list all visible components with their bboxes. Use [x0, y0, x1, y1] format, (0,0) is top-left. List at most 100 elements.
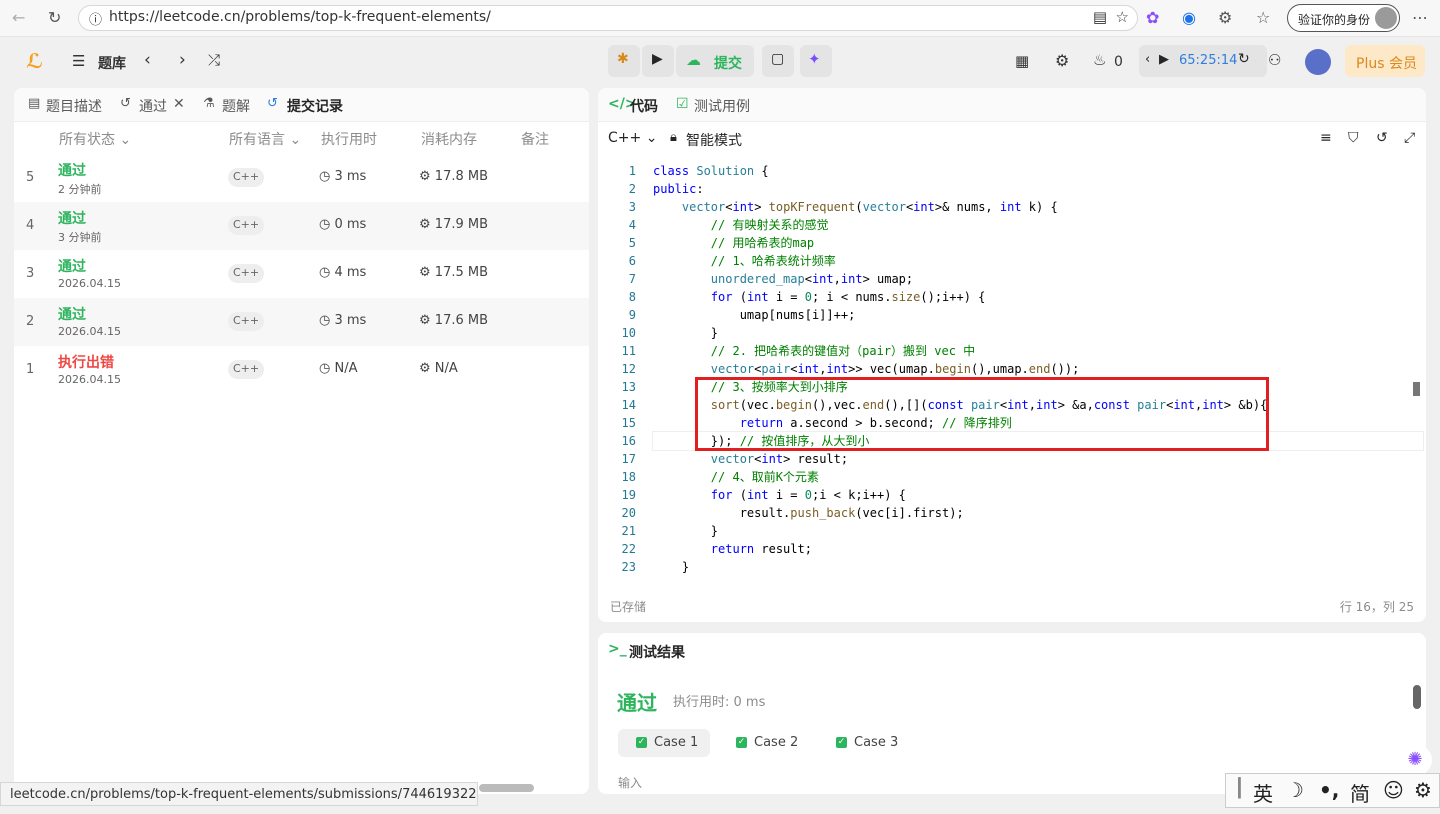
cursor-position: 行 16，列 25	[1339, 600, 1414, 614]
add-friend-icon[interactable]: ⚇	[1268, 51, 1281, 69]
settings-icon[interactable]: ⚙	[1055, 51, 1069, 70]
prev-problem-icon[interactable]: ‹	[144, 50, 151, 70]
submission-status[interactable]: 通过	[58, 256, 86, 276]
code-line[interactable]: unordered_map<int,int> umap;	[653, 270, 913, 288]
copilot-icon[interactable]: ✿	[1146, 8, 1159, 27]
reader-icon[interactable]: ▤	[1093, 8, 1107, 26]
plus-button[interactable]: Plus 会员	[1345, 45, 1425, 77]
check-icon: ✓	[736, 737, 747, 748]
address-bar[interactable]: ⓘ https://leetcode.cn/problems/top-k-fre…	[78, 5, 1138, 31]
list-icon[interactable]: ☰	[72, 52, 85, 70]
shuffle-icon[interactable]: ⤮	[208, 51, 220, 69]
problems-link[interactable]: 题库	[98, 53, 126, 73]
fullscreen-icon[interactable]: ⤢	[1404, 130, 1415, 146]
submission-status[interactable]: 通过	[58, 304, 86, 324]
language-badge: C++	[228, 360, 264, 379]
info-icon[interactable]: ⓘ	[89, 9, 102, 28]
extensions-icon[interactable]: ⚙	[1218, 8, 1232, 27]
code-line[interactable]: // 1、哈希表统计频率	[653, 252, 836, 270]
tab-accepted[interactable]: 通过	[139, 96, 167, 116]
case-2-tab[interactable]: ✓ Case 2	[736, 729, 816, 757]
code-line[interactable]: // 2. 把哈希表的键值对（pair）搬到 vec 中	[653, 342, 975, 360]
code-line[interactable]: public:	[653, 180, 704, 198]
code-line[interactable]: return result;	[653, 540, 812, 558]
ai-button[interactable]: ✦	[800, 45, 832, 77]
emoji-icon[interactable]: ☺	[1383, 778, 1404, 802]
code-line[interactable]: vector<pair<int,int>> vec(umap.begin(),u…	[653, 360, 1080, 378]
runtime-header: 执行用时	[321, 132, 377, 148]
tab-submissions[interactable]: 提交记录	[287, 96, 343, 116]
code-area[interactable]: 1 class Solution {2 public: 3 vector<int> t…	[598, 162, 1426, 576]
terminal-icon: >_	[608, 641, 627, 657]
case-1-tab[interactable]: ✓ Case 1	[618, 729, 710, 757]
tab-solutions[interactable]: 题解	[222, 96, 250, 116]
next-problem-icon[interactable]: ›	[179, 50, 186, 70]
code-line[interactable]: }	[653, 558, 689, 576]
favorite-star-icon[interactable]: ☆	[1116, 8, 1129, 26]
run-button[interactable]: ▶	[642, 45, 674, 77]
submission-row[interactable]: 5 通过 2 分钟前 C++ ◷ 3 ms ⚙ 17.8 MB	[14, 154, 589, 202]
debug-button[interactable]: ✱	[608, 45, 640, 77]
line-number: 16	[621, 434, 636, 448]
bookmark-icon[interactable]: ⛉	[1348, 130, 1359, 146]
ime-punct[interactable]: •,	[1319, 778, 1339, 802]
submission-row[interactable]: 3 通过 2026.04.15 C++ ◷ 4 ms ⚙ 17.5 MB	[14, 250, 589, 298]
results-scrollbar[interactable]	[1413, 685, 1421, 709]
mode-label[interactable]: 智能模式	[686, 130, 742, 150]
format-icon[interactable]: ≡	[1320, 130, 1332, 146]
note-button[interactable]: ▢	[762, 45, 794, 77]
close-tab-icon[interactable]: ✕	[173, 96, 185, 112]
language-select[interactable]: C++ ⌄	[608, 130, 657, 146]
submission-status[interactable]: 执行出错	[58, 352, 114, 372]
play-icon: ▶	[652, 51, 663, 67]
code-line[interactable]: class Solution {	[653, 162, 769, 180]
back-icon[interactable]: ←	[12, 8, 25, 27]
profile-button[interactable]: 验证你的身份	[1287, 4, 1400, 32]
tab-code[interactable]: 代码	[630, 96, 658, 116]
reload-icon[interactable]: ↻	[48, 8, 61, 27]
code-line[interactable]: vector<int> topKFrequent(vector<int>& nu…	[653, 198, 1058, 216]
layout-icon[interactable]: ▦	[1015, 52, 1029, 70]
code-line[interactable]: vector<int> result;	[653, 450, 848, 468]
results-title[interactable]: 测试结果	[629, 642, 685, 662]
code-line[interactable]: // 用哈希表的map	[653, 234, 814, 252]
tab-description[interactable]: 题目描述	[46, 96, 102, 116]
more-icon[interactable]: ⋯	[1412, 8, 1428, 27]
reset-icon[interactable]: ↻	[1238, 51, 1250, 67]
ime-settings-icon[interactable]: ⚙	[1414, 778, 1432, 802]
leetcode-logo-icon[interactable]: ℒ	[26, 49, 43, 73]
moon-icon[interactable]: ☽	[1286, 778, 1304, 802]
editor-scrollbar[interactable]	[1413, 382, 1420, 396]
case-3-tab[interactable]: ✓ Case 3	[836, 729, 916, 757]
tab-testcases[interactable]: 测试用例	[694, 96, 750, 116]
code-line[interactable]: for (int i = 0;i < k;i++) {	[653, 486, 906, 504]
code-line[interactable]: result.push_back(vec[i].first);	[653, 504, 964, 522]
submission-status[interactable]: 通过	[58, 160, 86, 180]
code-line[interactable]: }	[653, 324, 718, 342]
submission-status[interactable]: 通过	[58, 208, 86, 228]
ime-handle[interactable]: ┃	[1234, 778, 1245, 799]
submission-row[interactable]: 4 通过 3 分钟前 C++ ◷ 0 ms ⚙ 17.9 MB	[14, 202, 589, 250]
horizontal-scrollbar[interactable]	[479, 784, 534, 792]
code-line[interactable]: // 4、取前K个元素	[653, 468, 819, 486]
assistant-brain-icon[interactable]: ✺	[1398, 744, 1432, 776]
messenger-icon[interactable]: ◉	[1182, 8, 1196, 27]
favorites-icon[interactable]: ☆	[1256, 8, 1270, 27]
code-line[interactable]: }	[653, 522, 718, 540]
submission-row[interactable]: 2 通过 2026.04.15 C++ ◷ 3 ms ⚙ 17.6 MB	[14, 298, 589, 346]
ime-mode[interactable]: 简	[1350, 778, 1370, 807]
user-avatar[interactable]	[1305, 49, 1331, 75]
code-line[interactable]: umap[nums[i]]++;	[653, 306, 856, 324]
code-line[interactable]: // 有映射关系的感觉	[653, 216, 829, 234]
code-line[interactable]: for (int i = 0; i < nums.size();i++) {	[653, 288, 986, 306]
ime-language[interactable]: 英	[1253, 778, 1273, 807]
line-number: 23	[621, 560, 636, 574]
timer-widget[interactable]: ‹ ▶ 65:25:14 ↻	[1139, 45, 1267, 77]
submission-row[interactable]: 1 执行出错 2026.04.15 C++ ◷ N/A ⚙ N/A	[14, 346, 589, 394]
submit-button[interactable]: ☁ 提交	[676, 45, 754, 77]
status-filter[interactable]: 所有状态 ⌄	[59, 129, 131, 149]
reset-code-icon[interactable]: ↺	[1376, 130, 1388, 146]
language-badge: C++	[228, 264, 264, 283]
runtime-value: N/A	[334, 361, 358, 376]
language-filter[interactable]: 所有语言 ⌄	[229, 129, 301, 149]
